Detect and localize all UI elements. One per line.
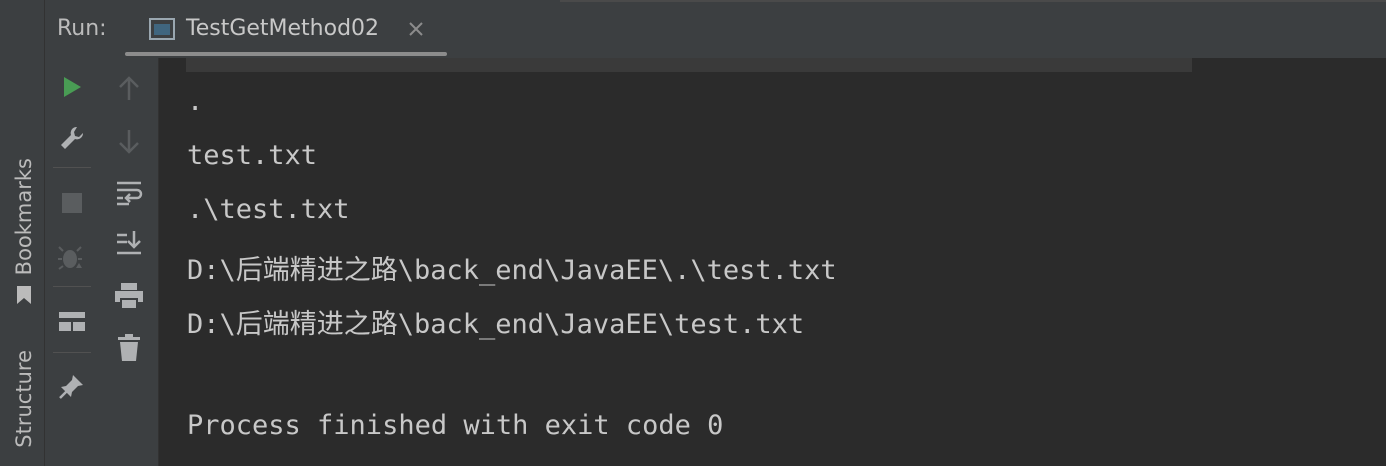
run-toolbar-right xyxy=(100,58,159,466)
next-occurrence-button[interactable] xyxy=(112,124,146,158)
console-window-icon xyxy=(149,18,175,40)
toolbar-separator xyxy=(53,167,91,168)
run-panel-header: Run: TestGetMethod02 xyxy=(45,0,1386,59)
toolbar-separator xyxy=(53,286,91,287)
clipped-previous-line xyxy=(186,58,1192,72)
scroll-to-end-button[interactable] xyxy=(112,225,146,259)
print-button[interactable] xyxy=(112,279,146,313)
debug-button[interactable] xyxy=(55,240,89,274)
structure-tab[interactable]: Structure xyxy=(11,350,37,448)
layout-button[interactable] xyxy=(55,304,89,338)
pin-tab-button[interactable] xyxy=(55,369,89,403)
close-tab-icon[interactable] xyxy=(407,20,425,38)
structure-tab-label: Structure xyxy=(12,350,36,448)
console-line: .\test.txt xyxy=(187,194,350,225)
debug-icon xyxy=(58,246,82,270)
stop-button[interactable] xyxy=(55,186,89,220)
run-label: Run: xyxy=(57,16,107,41)
bookmarks-tab[interactable]: Bookmarks xyxy=(11,158,37,305)
bookmark-icon xyxy=(17,286,31,305)
run-config-tab[interactable]: TestGetMethod02 xyxy=(125,0,447,58)
toolbar-separator xyxy=(53,352,91,353)
modify-config-button[interactable] xyxy=(55,121,89,155)
trash-icon xyxy=(118,334,140,361)
print-icon xyxy=(115,283,143,310)
pin-icon xyxy=(59,375,83,399)
console-line: test.txt xyxy=(187,140,318,171)
clear-all-button[interactable] xyxy=(112,331,146,365)
run-toolbar-left xyxy=(45,58,100,466)
header-top-border xyxy=(560,0,1386,2)
console-line: D:\后端精进之路\back_end\JavaEE\test.txt xyxy=(187,309,805,340)
run-icon xyxy=(64,77,81,97)
console-line: D:\后端精进之路\back_end\JavaEE\.\test.txt xyxy=(187,255,837,286)
console-output[interactable]: . test.txt .\test.txt D:\后端精进之路\back_end… xyxy=(159,58,1386,466)
process-exit-line: Process finished with exit code 0 xyxy=(187,410,724,441)
previous-occurrence-button[interactable] xyxy=(112,72,146,106)
wrench-icon xyxy=(61,126,84,149)
soft-wrap-icon xyxy=(117,181,143,206)
soft-wrap-button[interactable] xyxy=(112,176,146,210)
arrow-down-icon xyxy=(119,130,139,154)
arrow-up-icon xyxy=(119,76,139,100)
active-tab-indicator xyxy=(125,52,447,56)
layout-icon xyxy=(59,312,85,331)
run-config-tab-title: TestGetMethod02 xyxy=(186,16,380,41)
console-line: . xyxy=(187,86,204,117)
bookmarks-tab-label: Bookmarks xyxy=(12,158,36,276)
side-tool-strip: Bookmarks Structure xyxy=(0,0,45,466)
stop-icon xyxy=(62,193,82,213)
rerun-button[interactable] xyxy=(55,70,89,104)
scroll-to-end-icon xyxy=(117,231,141,255)
